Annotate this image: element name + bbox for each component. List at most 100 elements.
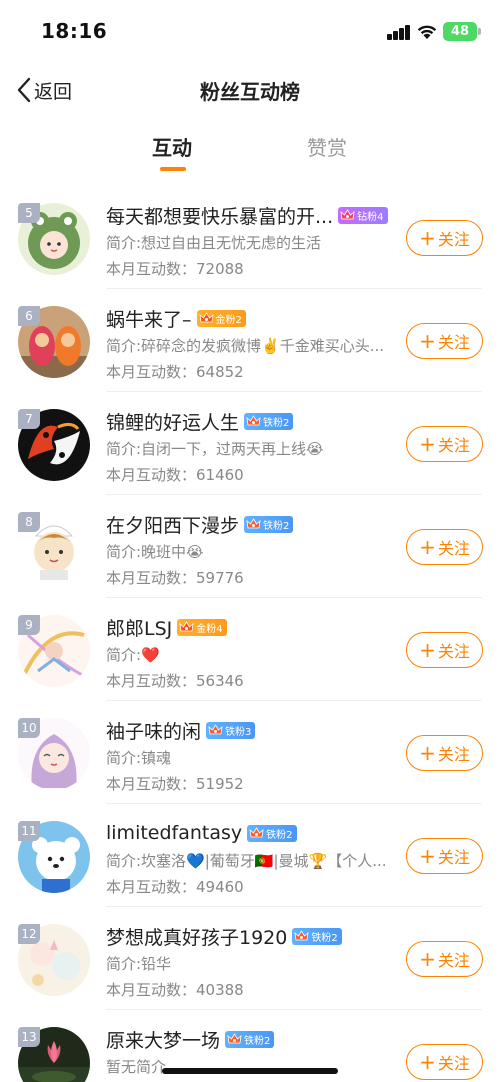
- fan-level-label: 铁粉2: [263, 520, 290, 532]
- fan-level-badge: 金粉4: [177, 618, 227, 636]
- plus-icon: +: [419, 741, 436, 765]
- fan-name[interactable]: 原来大梦一场: [106, 1026, 220, 1053]
- fan-name[interactable]: 袖子味的闲: [106, 717, 201, 744]
- follow-button[interactable]: + 关注: [406, 220, 483, 256]
- fan-level-label: 铁粉2: [263, 417, 290, 429]
- fan-ranking-list: 5 每天都想要快乐暴富的开... 钻粉4 简介:想过自由且无忧无虑的生活 本月互动数：7…: [0, 186, 500, 1082]
- navigation-bar: 返回 粉丝互动榜: [0, 62, 500, 118]
- fan-list-item[interactable]: 6 蜗牛来了– 金粉2 简介:碎碎念的发疯微博✌️千金难买心头... 本月互动数：648…: [0, 289, 500, 392]
- fan-info: 每天都想要快乐暴富的开... 钻粉4 简介:想过自由且无忧无虑的生活 本月互动数：72…: [106, 200, 396, 279]
- name-line: 袖子味的闲 铁粉3: [106, 715, 396, 745]
- name-line: 在夕阳西下漫步 铁粉2: [106, 509, 396, 539]
- battery-level: 48: [450, 24, 470, 39]
- follow-button[interactable]: + 关注: [406, 632, 483, 668]
- name-line: 锦鲤的好运人生 铁粉2: [106, 406, 396, 436]
- name-line: 郎郎LSJ 金粉4: [106, 612, 396, 642]
- fan-level-label: 金粉2: [215, 314, 242, 326]
- monthly-interaction-count: 本月互动数：59776: [106, 569, 244, 587]
- follow-label: 关注: [437, 951, 470, 970]
- name-line: 每天都想要快乐暴富的开... 钻粉4: [106, 200, 396, 230]
- fan-info: 郎郎LSJ 金粉4 简介:❤️ 本月互动数：56346: [106, 612, 396, 691]
- fan-level-badge: 铁粉3: [206, 721, 256, 739]
- follow-label: 关注: [437, 436, 470, 455]
- follow-button[interactable]: + 关注: [406, 323, 483, 359]
- active-tab-indicator: [160, 167, 186, 171]
- page-title: 粉丝互动榜: [200, 80, 300, 104]
- fan-name[interactable]: 蜗牛来了–: [106, 305, 192, 332]
- cellular-signal-icon: [387, 24, 411, 40]
- wifi-icon: [417, 25, 437, 39]
- plus-icon: +: [419, 947, 436, 971]
- fan-name[interactable]: limitedfantasy: [106, 822, 242, 844]
- fan-list-item[interactable]: 9 郎郎LSJ 金粉4 简介:❤️ 本月互动数：56346 + 关注: [0, 598, 500, 701]
- fan-level-badge: 铁粉2: [225, 1030, 275, 1048]
- tab-appreciation[interactable]: 赞赏: [307, 132, 347, 161]
- plus-icon: +: [419, 226, 436, 250]
- crown-icon: [227, 1032, 244, 1047]
- follow-label: 关注: [437, 230, 470, 249]
- fan-name[interactable]: 在夕阳西下漫步: [106, 511, 239, 538]
- follow-button[interactable]: + 关注: [406, 838, 483, 874]
- monthly-interaction-count: 本月互动数：56346: [106, 672, 244, 690]
- fan-info: 锦鲤的好运人生 铁粉2 简介:自闭一下，过两天再上线😭 本月互动数：61460: [106, 406, 396, 485]
- crown-icon: [294, 929, 311, 944]
- tab-bar: 互动 赞赏: [0, 122, 500, 184]
- fan-list-item[interactable]: 5 每天都想要快乐暴富的开... 钻粉4 简介:想过自由且无忧无虑的生活 本月互动数：7…: [0, 186, 500, 289]
- rank-badge: 11: [18, 821, 40, 841]
- tab-interaction[interactable]: 互动: [152, 132, 192, 161]
- rank-badge: 12: [18, 924, 40, 944]
- follow-label: 关注: [437, 333, 470, 352]
- follow-label: 关注: [437, 539, 470, 558]
- fan-level-label: 铁粉3: [225, 726, 252, 738]
- status-time: 18:16: [41, 19, 108, 43]
- fan-name[interactable]: 锦鲤的好运人生: [106, 408, 239, 435]
- monthly-interaction-count: 本月互动数：51952: [106, 775, 244, 793]
- name-line: limitedfantasy 铁粉2: [106, 818, 396, 848]
- follow-button[interactable]: + 关注: [406, 1044, 483, 1080]
- name-line: 原来大梦一场 铁粉2: [106, 1024, 396, 1054]
- fan-list-item[interactable]: 11 limitedfantasy 铁粉2 简介:坎塞洛💙|葡萄牙🇵🇹|曼城🏆【个人.…: [0, 804, 500, 907]
- fan-info: 梦想成真好孩子1920 铁粉2 简介:铅华 本月互动数：40388: [106, 921, 396, 1000]
- fan-bio: 简介:铅华: [106, 955, 172, 973]
- fan-level-label: 钻粉4: [357, 211, 384, 223]
- fan-list-item[interactable]: 12 梦想成真好孩子1920 铁粉2 简介:铅华 本月互动数：40388 + 关注: [0, 907, 500, 1010]
- plus-icon: +: [419, 329, 436, 353]
- monthly-interaction-count: 本月互动数：61460: [106, 466, 244, 484]
- fan-name[interactable]: 郎郎LSJ: [106, 614, 172, 641]
- follow-button[interactable]: + 关注: [406, 941, 483, 977]
- rank-badge: 8: [18, 512, 40, 532]
- rank-badge: 7: [18, 409, 40, 429]
- crown-icon: [340, 208, 357, 223]
- home-indicator: [162, 1068, 338, 1074]
- crown-icon: [208, 723, 225, 738]
- monthly-interaction-count: 本月互动数：64852: [106, 363, 244, 381]
- rank-badge: 6: [18, 306, 40, 326]
- fan-level-badge: 铁粉2: [247, 824, 297, 842]
- fan-level-label: 金粉4: [196, 623, 223, 635]
- battery-tip: [478, 28, 481, 35]
- fan-level-badge: 金粉2: [196, 309, 246, 327]
- fan-bio: 简介:碎碎念的发疯微博✌️千金难买心头...: [106, 337, 385, 355]
- fan-info: 在夕阳西下漫步 铁粉2 简介:晚班中😭 本月互动数：59776: [106, 509, 396, 588]
- fan-list-item[interactable]: 7 锦鲤的好运人生 铁粉2 简介:自闭一下，过两天再上线😭 本月互动数：61460 + 关注: [0, 392, 500, 495]
- follow-button[interactable]: + 关注: [406, 735, 483, 771]
- fan-list-item[interactable]: 8 在夕阳西下漫步 铁粉2 简介:晚班中😭 本月互动数：59776 + 关注: [0, 495, 500, 598]
- crown-icon: [198, 311, 216, 326]
- fan-info: limitedfantasy 铁粉2 简介:坎塞洛💙|葡萄牙🇵🇹|曼城🏆【个人...…: [106, 818, 396, 897]
- fan-name[interactable]: 梦想成真好孩子1920: [106, 923, 287, 950]
- follow-button[interactable]: + 关注: [406, 529, 483, 565]
- plus-icon: +: [419, 844, 436, 868]
- follow-button[interactable]: + 关注: [406, 426, 483, 462]
- fan-level-badge: 钻粉4: [338, 206, 388, 224]
- follow-label: 关注: [437, 745, 470, 764]
- fan-level-label: 铁粉2: [266, 829, 293, 841]
- rank-badge: 9: [18, 615, 40, 635]
- fan-bio: 简介:自闭一下，过两天再上线😭: [106, 440, 324, 458]
- name-line: 蜗牛来了– 金粉2: [106, 303, 396, 333]
- fan-name[interactable]: 每天都想要快乐暴富的开...: [106, 202, 333, 229]
- status-bar: 18:16 48: [0, 0, 500, 62]
- battery-icon: 48: [443, 22, 477, 41]
- fan-level-label: 铁粉2: [311, 932, 338, 944]
- fan-list-item[interactable]: 10 袖子味的闲 铁粉3 简介:镇魂 本月互动数：51952 + 关注: [0, 701, 500, 804]
- fan-level-badge: 铁粉2: [244, 412, 294, 430]
